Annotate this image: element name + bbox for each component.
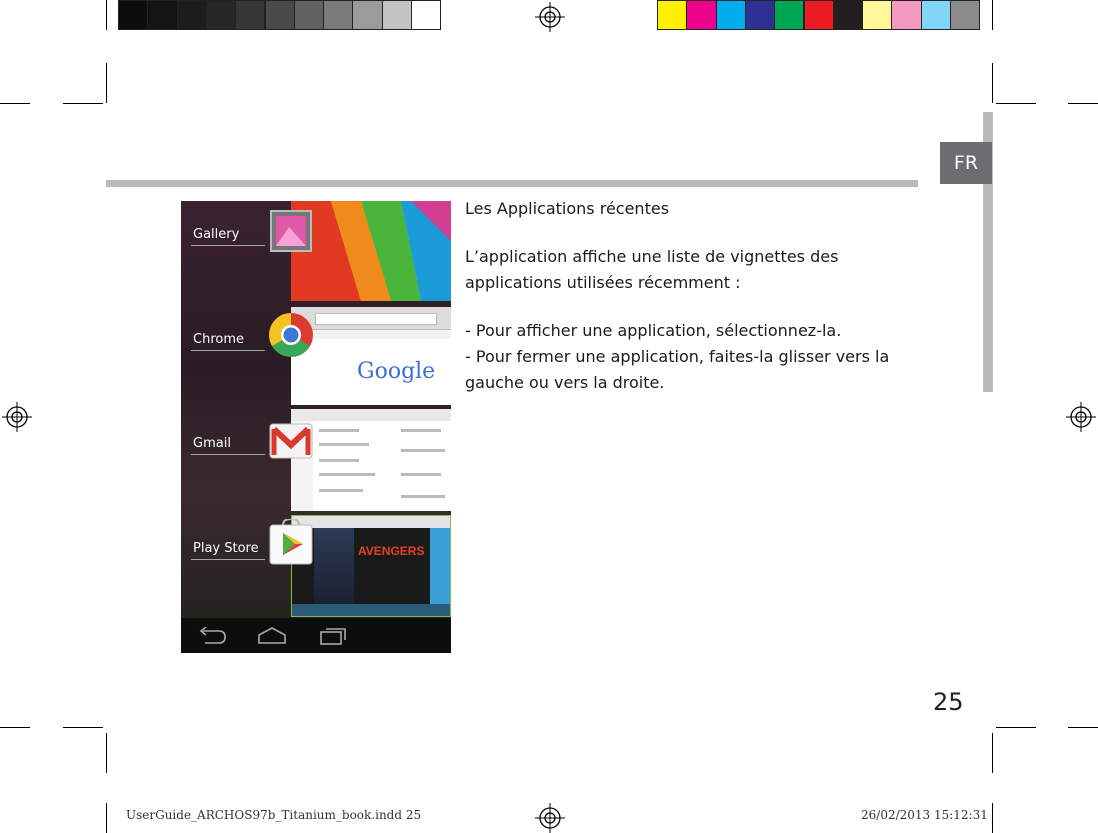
color-swatch: [381, 0, 412, 30]
color-swatch: [352, 0, 383, 30]
label-divider: [191, 350, 265, 351]
crop-mark: [63, 103, 103, 104]
paragraph-line: L’application affiche une liste de vigne…: [465, 247, 839, 266]
language-tab: FR: [940, 142, 992, 184]
paragraph-line: - Pour fermer une application, faites-la…: [465, 347, 890, 366]
app-label-gmail[interactable]: Gmail: [193, 436, 231, 451]
color-swatch: [235, 0, 266, 30]
paragraph-line: gauche ou vers la droite.: [465, 373, 665, 392]
crop-mark: [1068, 727, 1098, 728]
label-divider: [191, 454, 265, 455]
section-heading: Les Applications récentes: [465, 199, 670, 218]
play-store-thumbnail: AVENGERS: [291, 515, 451, 617]
color-swatch: [147, 0, 178, 30]
google-logo: Google: [357, 359, 436, 384]
color-swatch: [657, 0, 688, 30]
paragraph-line: applications utilisées récemment :: [465, 273, 741, 292]
crop-mark: [106, 733, 107, 773]
crop-mark: [1068, 103, 1098, 104]
registration-mark-icon: [535, 803, 565, 833]
color-swatch: [323, 0, 354, 30]
paragraph-line: - Pour afficher une application, sélecti…: [465, 321, 842, 340]
color-swatch: [411, 0, 442, 30]
play-store-icon[interactable]: [269, 519, 313, 565]
registration-mark-icon: [535, 2, 565, 32]
color-swatch: [803, 0, 834, 30]
navigation-bar: [181, 618, 451, 653]
crop-mark: [106, 0, 107, 30]
back-icon[interactable]: [197, 627, 227, 645]
app-label-gallery[interactable]: Gallery: [193, 227, 239, 242]
color-swatch: [118, 0, 149, 30]
gallery-icon[interactable]: [269, 209, 313, 253]
recent-apps-icon[interactable]: [319, 625, 349, 645]
color-swatch: [774, 0, 805, 30]
chrome-icon[interactable]: [267, 311, 315, 359]
recent-apps-screenshot: Google AVENGERS Gallery Chrome Gmail Pla…: [181, 201, 451, 653]
color-swatch: [264, 0, 295, 30]
crop-mark: [0, 727, 30, 728]
color-swatch: [686, 0, 717, 30]
color-swatch: [862, 0, 893, 30]
color-swatch: [891, 0, 922, 30]
home-icon[interactable]: [257, 626, 287, 644]
gallery-wallpaper: [291, 201, 451, 301]
crop-mark: [992, 803, 993, 833]
crop-mark: [996, 727, 1036, 728]
gmail-thumbnail: [291, 409, 451, 511]
crop-mark: [106, 803, 107, 833]
gallery-thumbnail: [291, 201, 451, 301]
crop-mark: [996, 103, 1036, 104]
crop-mark: [0, 103, 30, 104]
crop-mark: [992, 63, 993, 103]
footer-datetime: 26/02/2013 15:12:31: [861, 808, 988, 822]
gmail-icon[interactable]: [269, 423, 313, 459]
color-swatch: [832, 0, 864, 30]
crop-mark: [992, 733, 993, 773]
app-label-play-store[interactable]: Play Store: [193, 541, 259, 556]
avengers-title: AVENGERS: [358, 544, 425, 558]
label-divider: [191, 559, 265, 560]
color-swatch: [205, 0, 237, 30]
color-swatch: [920, 0, 951, 30]
color-swatch: [744, 0, 776, 30]
crop-mark: [992, 0, 993, 30]
app-label-chrome[interactable]: Chrome: [193, 332, 244, 347]
color-swatch: [293, 0, 325, 30]
color-swatch: [176, 0, 207, 30]
footer-filename: UserGuide_ARCHOS97b_Titanium_book.indd 2…: [126, 808, 422, 822]
chrome-thumbnail: Google: [291, 307, 451, 405]
crop-mark: [106, 63, 107, 103]
registration-mark-icon: [1066, 402, 1096, 432]
color-swatch: [950, 0, 981, 30]
page-number: 25: [933, 688, 964, 716]
crop-mark: [63, 727, 103, 728]
color-swatch: [715, 0, 746, 30]
label-divider: [191, 245, 265, 246]
registration-mark-icon: [2, 402, 32, 432]
header-rule: [106, 180, 918, 187]
